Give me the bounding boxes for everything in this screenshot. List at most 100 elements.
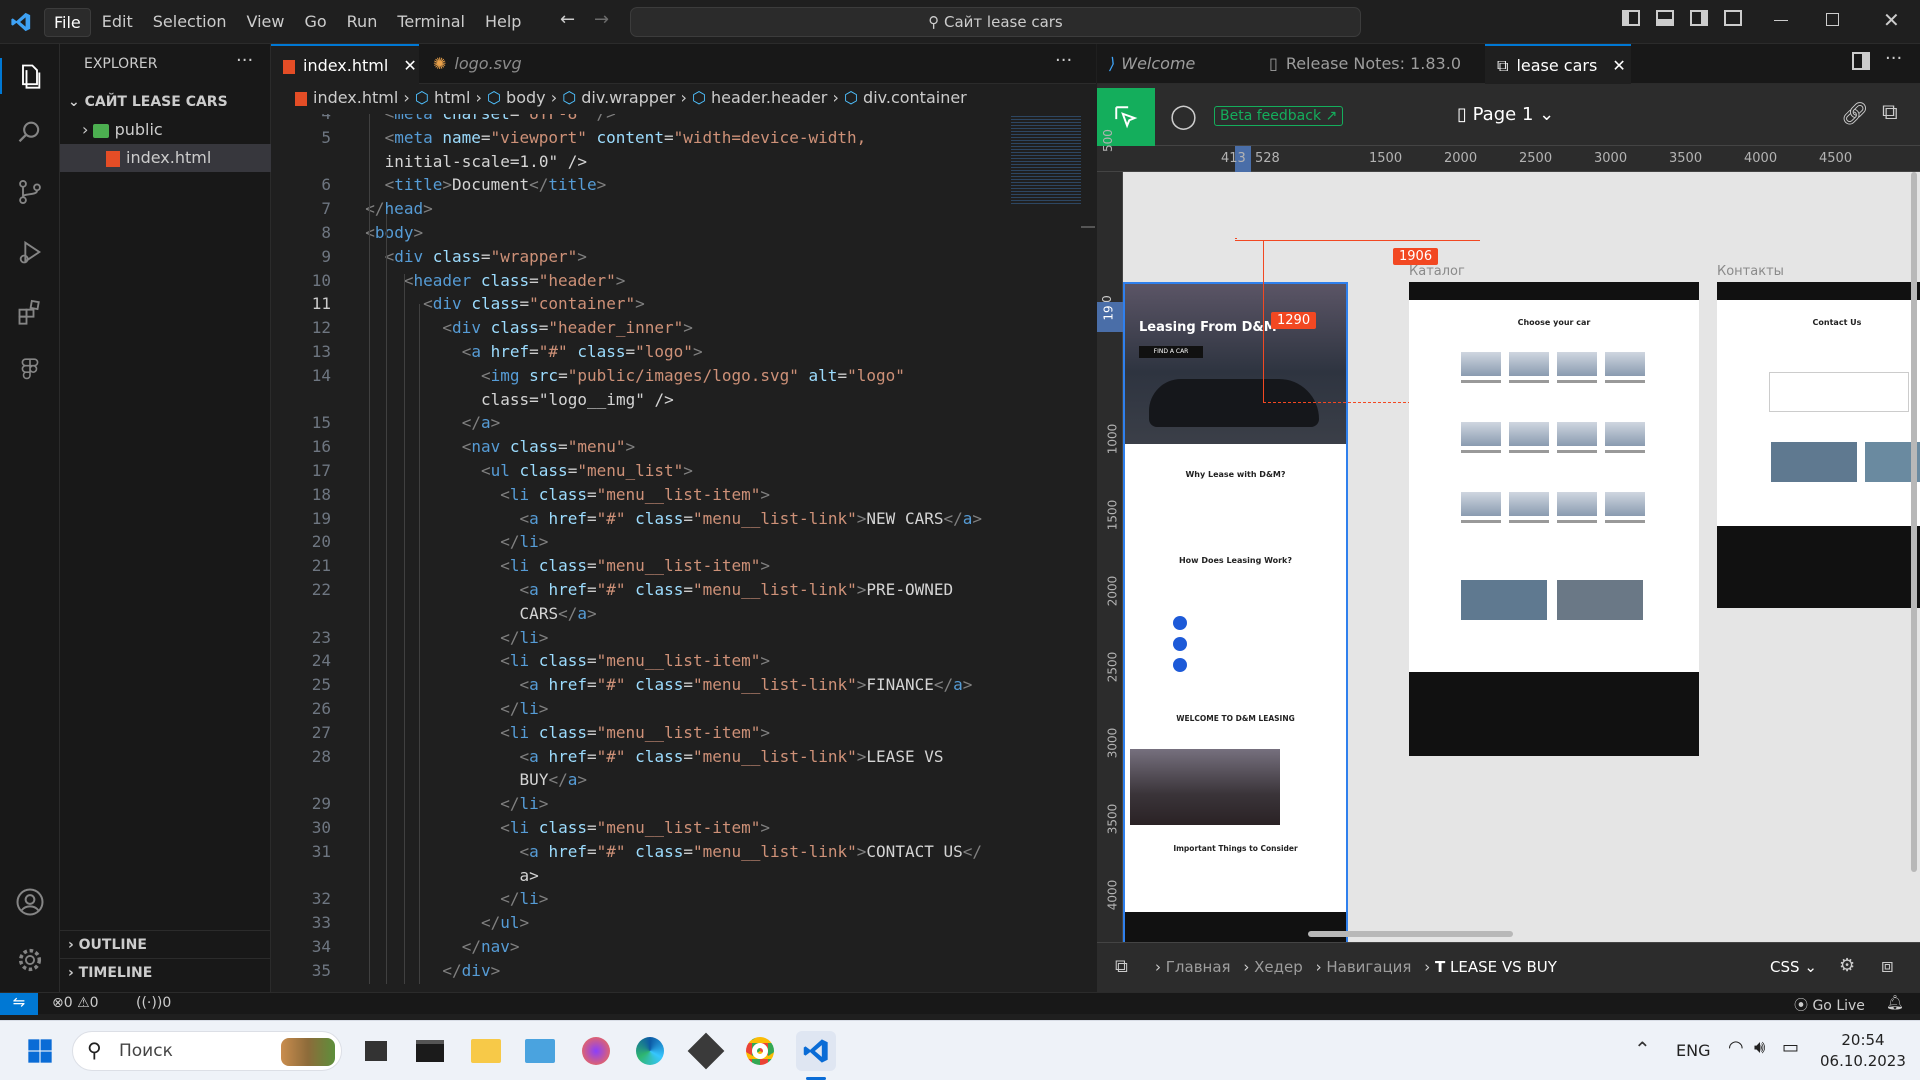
tree-item-index-html[interactable]: index.html xyxy=(60,144,271,172)
battery-icon[interactable]: ▭ xyxy=(1782,1037,1799,1058)
close-tab-icon[interactable]: ✕ xyxy=(403,56,416,75)
tab-release-notes[interactable]: ▯ Release Notes: 1.83.0 xyxy=(1241,44,1481,84)
source-control-icon[interactable] xyxy=(12,174,48,210)
notifications-bell-icon[interactable]: 🔔︎ xyxy=(1886,995,1904,1011)
toggle-panel-icon[interactable] xyxy=(1656,10,1674,26)
tab-index-html[interactable]: index.html ✕ xyxy=(271,44,419,84)
customize-layout-icon[interactable] xyxy=(1724,10,1742,26)
settings-gear-icon[interactable] xyxy=(12,942,48,978)
explorer-icon[interactable] xyxy=(12,58,48,94)
command-center[interactable]: ⚲ Сайт lease cars xyxy=(630,7,1361,37)
crumb[interactable]: header.header xyxy=(711,88,827,107)
more-actions-icon[interactable]: ··· xyxy=(236,50,253,71)
menu-edit[interactable]: Edit xyxy=(93,8,142,37)
clock-date[interactable]: 06.10.2023 xyxy=(1820,1052,1906,1070)
language-indicator[interactable]: ENG xyxy=(1676,1041,1710,1060)
chevron-up-icon[interactable]: ⌃ xyxy=(1634,1037,1651,1061)
crumb[interactable]: html xyxy=(434,88,470,107)
crumb[interactable]: body xyxy=(506,88,546,107)
tree-item-public[interactable]: › public xyxy=(60,116,271,144)
tab-lease-cars[interactable]: ⧉ lease cars ✕ xyxy=(1485,44,1631,84)
back-arrow-icon[interactable]: ← xyxy=(560,9,575,30)
close-tab-icon[interactable]: ✕ xyxy=(1612,56,1625,75)
comment-icon[interactable]: ◯ xyxy=(1170,102,1197,130)
code-editor[interactable]: 4 <meta charset="UTF-8" /> 5 <meta name="… xyxy=(271,114,1096,992)
menu-help[interactable]: Help xyxy=(476,8,530,37)
remote-indicator-icon[interactable]: ⇋ xyxy=(0,993,38,1015)
figma-bottom-bar: ⧉ › Главная › Хедер › Навигация › T LEAS… xyxy=(1097,942,1920,992)
taskbar-search[interactable]: ⚲ Поиск xyxy=(72,1031,342,1071)
toggle-secondary-sidebar-icon[interactable] xyxy=(1690,10,1708,26)
task-view-icon[interactable] xyxy=(356,1031,396,1071)
frame-contacts[interactable]: Contact Us xyxy=(1717,282,1920,608)
chevron-right-icon: › xyxy=(82,120,94,139)
page-selector[interactable]: ▯ Page 1 ⌄ xyxy=(1457,104,1554,125)
crumb[interactable]: div.container xyxy=(863,88,967,107)
go-live-button[interactable]: ⦿ Go Live xyxy=(1794,995,1865,1015)
menu-terminal[interactable]: Terminal xyxy=(388,8,474,37)
tab-logo-svg[interactable]: ✺ logo.svg xyxy=(421,44,561,84)
frame-home[interactable]: Leasing From D&M FIND A CAR Why Lease wi… xyxy=(1123,282,1348,942)
code-line: </li> xyxy=(500,794,549,814)
broadcast-icon: ((·)) xyxy=(136,995,163,1011)
restore-icon[interactable] xyxy=(1826,13,1839,26)
accounts-icon[interactable] xyxy=(12,884,48,920)
minimap[interactable] xyxy=(1011,114,1081,204)
line-number: 16 xyxy=(311,437,331,457)
chrome-icon[interactable] xyxy=(740,1031,780,1071)
frame-catalog[interactable]: Choose your car xyxy=(1409,282,1699,756)
windows-start-icon[interactable] xyxy=(20,1031,60,1071)
outline-section[interactable]: › OUTLINE xyxy=(60,930,271,958)
ruler-tick: 1000 xyxy=(1105,423,1120,455)
line-number: 11 xyxy=(311,294,331,314)
layer-crumb[interactable]: Навигация xyxy=(1326,958,1411,976)
extensions-icon[interactable] xyxy=(12,294,48,330)
open-external-icon[interactable]: ⧉ xyxy=(1882,100,1898,125)
minimize-icon[interactable] xyxy=(1774,20,1788,21)
split-editor-icon[interactable] xyxy=(1852,52,1870,70)
link-icon[interactable]: 🔗︎ xyxy=(1841,102,1869,127)
image-viewer-icon[interactable] xyxy=(520,1031,560,1071)
forward-arrow-icon[interactable]: → xyxy=(594,9,609,30)
figma-icon[interactable] xyxy=(12,352,48,388)
menu-view[interactable]: View xyxy=(238,8,294,37)
menu-go[interactable]: Go xyxy=(295,8,335,37)
clock-time[interactable]: 20:54 xyxy=(1832,1031,1894,1049)
firefox-icon[interactable] xyxy=(576,1031,616,1071)
layer-crumb[interactable]: LEASE VS BUY xyxy=(1450,958,1557,976)
wifi-icon[interactable]: ◠ xyxy=(1728,1037,1744,1058)
unity-icon[interactable] xyxy=(686,1031,726,1071)
search-view-icon[interactable] xyxy=(12,114,48,150)
crumb[interactable]: index.html xyxy=(313,88,398,107)
timeline-section[interactable]: › TIMELINE xyxy=(60,958,271,986)
run-debug-icon[interactable] xyxy=(12,234,48,270)
collapse-panel-icon[interactable]: ⧈ xyxy=(1881,953,1894,977)
code-language-select[interactable]: CSS ⌄ xyxy=(1770,958,1817,976)
edge-icon[interactable] xyxy=(630,1031,670,1071)
beta-feedback-button[interactable]: Beta feedback ↗ xyxy=(1214,106,1344,126)
layers-icon[interactable]: ⧉ xyxy=(1115,956,1128,977)
frame-label-catalog: Каталог xyxy=(1409,264,1465,279)
problems-indicator[interactable]: ⊗0 ⚠0 xyxy=(52,995,99,1011)
vscode-taskbar-icon[interactable] xyxy=(796,1031,836,1071)
layer-crumb[interactable]: Главная xyxy=(1166,958,1231,976)
menu-run[interactable]: Run xyxy=(338,8,387,37)
vertical-scrollbar[interactable] xyxy=(1911,172,1917,872)
menu-file[interactable]: File xyxy=(44,8,91,37)
layer-crumb[interactable]: Хедер xyxy=(1254,958,1303,976)
horizontal-scrollbar[interactable] xyxy=(1308,931,1513,937)
more-actions-icon[interactable]: ··· xyxy=(1885,48,1902,69)
menu-selection[interactable]: Selection xyxy=(144,8,236,37)
figma-canvas[interactable]: Leasing From D&M FIND A CAR Why Lease wi… xyxy=(1123,172,1920,942)
terminal-app-icon[interactable] xyxy=(410,1031,450,1071)
volume-icon[interactable]: 🔊︎ xyxy=(1754,1037,1765,1058)
file-explorer-icon[interactable] xyxy=(466,1031,506,1071)
toggle-sidebar-icon[interactable] xyxy=(1622,10,1640,26)
close-window-icon[interactable]: ✕ xyxy=(1883,8,1900,32)
crumb[interactable]: div.wrapper xyxy=(581,88,675,107)
settings-sliders-icon[interactable]: ⚙︎ xyxy=(1839,955,1855,976)
ports-indicator[interactable]: ((·))0 xyxy=(136,995,171,1011)
tab-welcome[interactable]: ⟩ Welcome xyxy=(1097,44,1239,84)
more-actions-icon[interactable]: ··· xyxy=(1055,50,1072,71)
project-folder[interactable]: ⌄ САЙТ LEASE CARS xyxy=(60,88,271,116)
